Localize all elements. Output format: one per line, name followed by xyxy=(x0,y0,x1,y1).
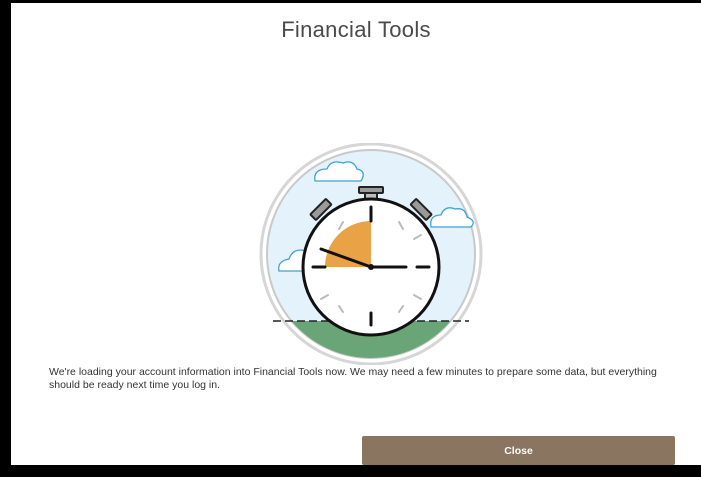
stopwatch-icon xyxy=(259,142,483,366)
close-button[interactable]: Close xyxy=(362,436,675,465)
stopwatch-illustration xyxy=(251,142,491,366)
dialog-title: Financial Tools xyxy=(281,17,431,42)
loading-message: We're loading your account information i… xyxy=(49,366,657,391)
financial-tools-dialog: Financial Tools We're loading your accou… xyxy=(11,3,701,465)
